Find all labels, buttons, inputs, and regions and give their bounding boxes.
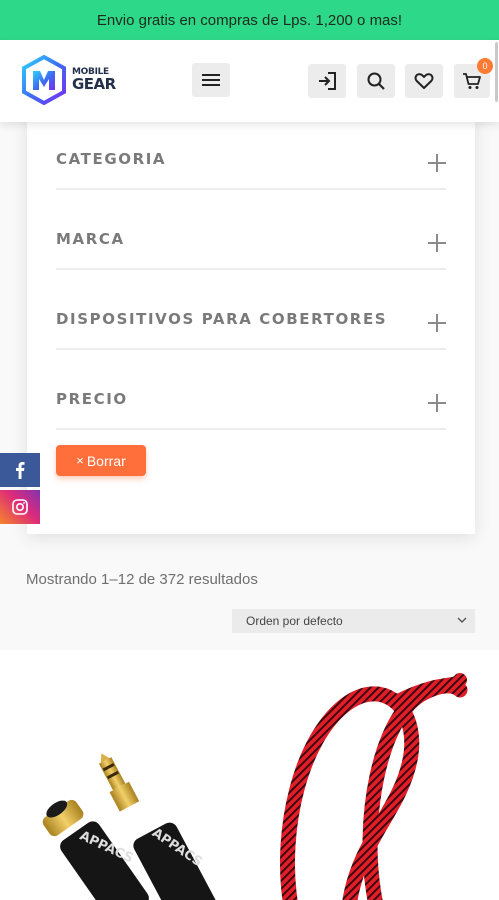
cart-icon bbox=[463, 73, 481, 89]
sort-select[interactable]: Orden por defecto bbox=[232, 609, 475, 633]
chevron-down-icon bbox=[457, 617, 467, 623]
cart-count-badge: 0 bbox=[477, 58, 493, 74]
login-icon bbox=[319, 72, 336, 90]
menu-button[interactable] bbox=[192, 63, 230, 97]
filter-price[interactable]: PRECIO bbox=[56, 390, 446, 430]
sort-selected-value: Orden por defecto bbox=[246, 614, 343, 628]
promo-text: Envio gratis en compras de Lps. 1,200 o … bbox=[96, 11, 403, 29]
filter-title: DISPOSITIVOS PARA COBERTORES bbox=[56, 310, 388, 328]
filter-title: CATEGORIA bbox=[56, 150, 167, 168]
login-button[interactable] bbox=[308, 64, 346, 98]
result-count: Mostrando 1–12 de 372 resultados bbox=[26, 571, 258, 588]
clear-filters-label: Borrar bbox=[86, 452, 126, 469]
promo-banner: Envio gratis en compras de Lps. 1,200 o … bbox=[0, 0, 499, 40]
search-button[interactable] bbox=[357, 64, 395, 98]
menu-icon bbox=[202, 74, 220, 86]
instagram-share-button[interactable] bbox=[0, 490, 40, 524]
instagram-icon bbox=[12, 499, 28, 515]
facebook-share-button[interactable] bbox=[0, 453, 40, 487]
plus-icon[interactable] bbox=[428, 234, 446, 252]
filter-brand[interactable]: MARCA bbox=[56, 230, 446, 270]
filter-devices[interactable]: DISPOSITIVOS PARA COBERTORES bbox=[56, 310, 446, 350]
cart-button[interactable]: 0 bbox=[454, 58, 493, 98]
filter-title: PRECIO bbox=[56, 390, 128, 408]
plus-icon[interactable] bbox=[428, 154, 446, 172]
filter-category[interactable]: CATEGORIA bbox=[56, 150, 446, 190]
facebook-icon bbox=[16, 462, 25, 479]
filter-panel: CATEGORIA MARCA DISPOSITIVOS PARA COBERT… bbox=[27, 110, 475, 534]
logo-text-bottom: GEAR bbox=[72, 75, 116, 93]
plus-icon[interactable] bbox=[428, 394, 446, 412]
plus-icon[interactable] bbox=[428, 314, 446, 332]
logo-mark-icon bbox=[22, 54, 66, 106]
heart-icon bbox=[414, 73, 434, 89]
site-header: MOBILE GEAR 0 bbox=[0, 40, 499, 122]
close-icon: × bbox=[76, 453, 84, 468]
wishlist-button[interactable] bbox=[405, 64, 443, 98]
search-icon bbox=[367, 72, 385, 90]
page-scrollbar[interactable] bbox=[495, 42, 498, 102]
filter-title: MARCA bbox=[56, 230, 125, 248]
product-image[interactable]: APPACS APPACS bbox=[0, 650, 499, 900]
site-logo[interactable]: MOBILE GEAR bbox=[18, 54, 120, 106]
product-cable-illustration: APPACS APPACS bbox=[42, 673, 468, 900]
clear-filters-button[interactable]: × Borrar bbox=[56, 445, 146, 476]
